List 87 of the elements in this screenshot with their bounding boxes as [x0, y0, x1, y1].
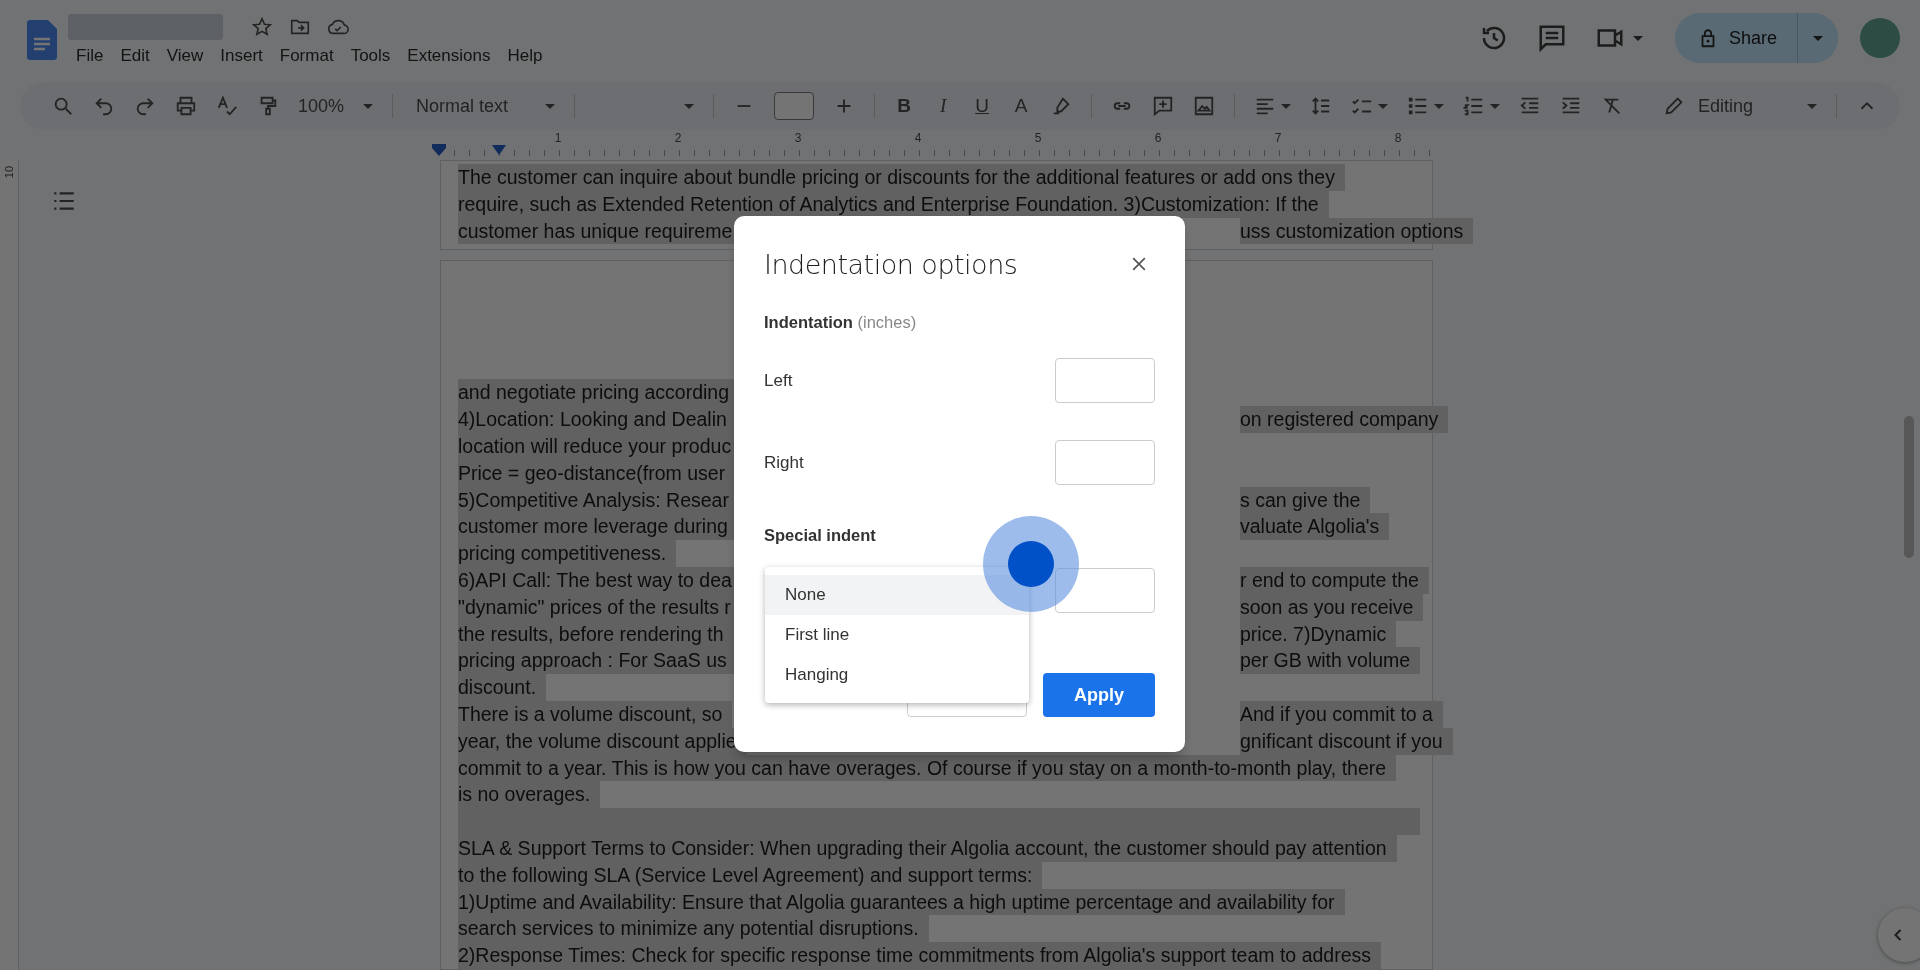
paragraph-style-select[interactable]: Normal text	[416, 95, 527, 117]
input-field[interactable]	[1055, 358, 1155, 403]
document-text: per GB with volume	[1240, 647, 1421, 675]
add-comment-icon[interactable]	[1152, 95, 1175, 117]
caret-icon[interactable]	[1434, 103, 1445, 109]
caret-icon[interactable]	[1807, 103, 1817, 109]
search-icon[interactable]	[52, 95, 74, 117]
document-text: s can give the	[1240, 486, 1371, 514]
menu-item[interactable]: Extensions	[399, 46, 500, 66]
ruler-number: 6	[1153, 130, 1163, 147]
document-text: And if you commit to a	[1240, 701, 1443, 728]
menu-option[interactable]: Hanging	[765, 655, 1029, 695]
ruler-number: 7	[1273, 130, 1283, 147]
caret-icon	[1813, 35, 1823, 41]
font-size-field[interactable]	[774, 92, 815, 120]
caret-icon[interactable]	[1378, 103, 1389, 109]
document-text: pricing approach : For SaaS us	[458, 647, 737, 675]
star-icon[interactable]	[251, 16, 273, 38]
menu-item[interactable]: Help	[499, 46, 552, 66]
document-text: SLA & Support Terms to Consider: When upgrading their Algolia account, the customer should pay attention	[458, 835, 1397, 862]
document-text: valuate Algolia's	[1240, 513, 1390, 541]
document-text: to the following SLA (Service Level Agreement) and support terms:	[458, 861, 1043, 889]
apply-button[interactable]: Apply	[1043, 673, 1155, 717]
document-text: 4)Location: Looking and Dealin	[458, 406, 737, 434]
format-button[interactable]: B	[894, 95, 915, 117]
document-text: 1)Uptime and Availability: Ensure that Algolia guarantees a high uptime percentage and availability for	[458, 888, 1345, 916]
document-text: search services to minimize any potential disruptions.	[458, 915, 929, 943]
menu-item[interactable]: Edit	[112, 46, 159, 66]
document-text: soon as you receive	[1240, 593, 1424, 621]
ruler-number: 2	[673, 130, 683, 147]
ruler-number: 4	[913, 130, 923, 147]
indent-marker-icon[interactable]	[492, 144, 506, 156]
scrollbar-thumb[interactable]	[1904, 416, 1914, 558]
section-label: Special indent	[764, 526, 877, 545]
caret-icon[interactable]	[684, 103, 695, 109]
image-icon[interactable]	[1193, 95, 1216, 117]
redo-icon[interactable]	[134, 95, 156, 117]
field-label: Left	[764, 370, 793, 391]
spellcheck-icon[interactable]	[216, 95, 238, 117]
ruler-number: 3	[793, 130, 803, 147]
avatar[interactable]	[1860, 18, 1900, 58]
print-icon[interactable]	[175, 95, 197, 117]
indent-marker-icon[interactable]	[432, 144, 446, 156]
ruler-number: 10	[3, 164, 15, 181]
document-text: price. 7)Dynamic	[1240, 620, 1397, 648]
ruler-number: 1	[553, 130, 563, 147]
document-text: the results, before rendering th	[458, 620, 734, 648]
menu-item[interactable]: View	[158, 46, 213, 66]
share-button[interactable]: Share	[1674, 13, 1798, 63]
caret-icon[interactable]	[363, 103, 374, 109]
document-text: year, the volume discount applie	[458, 727, 747, 755]
menu-option[interactable]: First line	[765, 615, 1029, 655]
section-label: Indentation (inches)	[764, 313, 918, 332]
ruler-number: 5	[1033, 130, 1043, 147]
menu-item[interactable]: Insert	[212, 46, 272, 66]
document-text: commit to a year. This is how you can have overages. Of course if you stay on a month-to-month play, there	[458, 754, 1397, 782]
undo-icon[interactable]	[93, 95, 115, 117]
format-button[interactable]: I	[933, 95, 954, 117]
document-text: The customer can inquire about bundle pricing or discounts for the additional features or add ons they	[458, 164, 1345, 191]
caret-icon[interactable]	[1490, 103, 1501, 109]
input-field[interactable]	[1055, 440, 1155, 485]
document-text: 2)Response Times: Check for specific response time commitments from Algolia's support team to address	[458, 942, 1381, 969]
field-label: Right	[764, 452, 804, 473]
dialog-title: Indentation options	[764, 248, 1018, 280]
caret-icon[interactable]	[1281, 103, 1292, 109]
menu-item[interactable]: Tools	[342, 46, 400, 66]
ruler-number: 8	[1393, 130, 1403, 147]
caret-icon[interactable]	[1632, 35, 1643, 41]
menu-item[interactable]: Format	[271, 46, 343, 66]
document-text: uss customization options	[1240, 217, 1474, 245]
format-button[interactable]: A	[1011, 95, 1032, 117]
document-text: pricing competitiveness.	[458, 540, 677, 568]
document-text: is no overages.	[458, 781, 601, 809]
document-text: on registered company	[1240, 406, 1449, 434]
document-text: discount.	[458, 674, 547, 702]
pencil-icon[interactable]	[1663, 95, 1685, 117]
caret-icon[interactable]	[545, 103, 556, 109]
document-text: r end to compute the	[1240, 567, 1429, 594]
docs-logo-icon[interactable]	[26, 20, 58, 60]
menu-item[interactable]: File	[68, 46, 113, 66]
document-text: gnificant discount if you	[1240, 727, 1453, 755]
format-button[interactable]: U	[972, 95, 993, 117]
zoom-select[interactable]: 100%	[298, 95, 345, 117]
document-text: There is a volume discount, so	[458, 701, 733, 728]
menu-option[interactable]: None	[765, 575, 1029, 615]
editing-mode-select[interactable]: Editing	[1698, 95, 1788, 117]
document-text: Price = geo-distance(from user	[458, 459, 736, 487]
